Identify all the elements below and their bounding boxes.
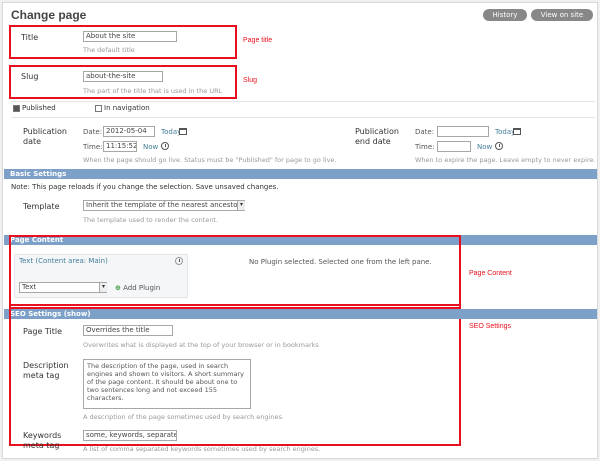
publication-time-input[interactable]: 11:15:52 [103, 141, 137, 152]
publication-end-date-input[interactable] [437, 126, 489, 137]
published-checkbox[interactable] [13, 105, 20, 112]
seo-settings-annotation: SEO Settings [469, 323, 512, 330]
slug-label: Slug [21, 72, 39, 81]
seo-page-title-label: Page Title [23, 327, 63, 336]
history-button[interactable]: History [483, 9, 527, 21]
slug-input[interactable]: about-the-site [83, 71, 163, 82]
publication-time-now-link[interactable]: Now [143, 143, 158, 151]
publication-end-date-help: When to expire the page. Leave empty to … [415, 156, 596, 164]
plugin-select[interactable]: Text [19, 282, 107, 293]
seo-page-title-input[interactable]: Overrides the title [83, 325, 173, 336]
title-label: Title [21, 33, 39, 42]
chevron-down-icon[interactable]: ▾ [237, 201, 245, 210]
title-input[interactable]: About the site [83, 31, 177, 42]
calendar-icon[interactable] [513, 128, 521, 135]
publication-date-help: When the page should go live. Status mus… [83, 156, 337, 164]
seo-page-title-help: Overwrites what is displayed at the top … [83, 341, 319, 349]
keywords-input[interactable]: some, keywords, separated [83, 430, 177, 441]
add-plugin-label: Add Plugin [123, 284, 161, 292]
publication-date-input[interactable]: 2012-05-04 [103, 126, 155, 137]
slug-annotation: Slug [243, 77, 258, 84]
keywords-label: Keywords meta tag [23, 431, 62, 450]
publication-end-time-now-link[interactable]: Now [477, 143, 492, 151]
publication-end-time-input[interactable] [437, 141, 471, 152]
template-select[interactable]: Inherit the template of the nearest ance… [83, 200, 245, 211]
basic-settings-header[interactable]: Basic Settings [4, 169, 597, 179]
info-icon [175, 257, 183, 265]
change-page-form: Change page History View on site Title A… [2, 2, 598, 459]
publication-end-date-label: Publication end date [355, 127, 399, 146]
description-label: Description meta tag [23, 361, 69, 380]
clock-icon[interactable] [161, 142, 169, 150]
in-navigation-label: In navigation [104, 104, 150, 112]
publication-time-label: Time: [83, 143, 103, 151]
chevron-down-icon[interactable]: ▾ [99, 283, 107, 292]
content-area-tab[interactable]: Text (Content area: Main) [19, 257, 108, 265]
published-label: Published [22, 104, 56, 112]
title-help: The default title [83, 46, 135, 54]
slug-help: The part of the title that is used in th… [83, 87, 223, 95]
divider [11, 101, 595, 102]
description-help: A description of the page sometimes used… [83, 413, 284, 421]
add-plugin-button[interactable]: ⊕ Add Plugin [115, 284, 160, 292]
calendar-icon[interactable] [179, 128, 187, 135]
description-textarea[interactable]: The description of the page, used in sea… [83, 359, 251, 409]
in-navigation-checkbox[interactable] [95, 105, 102, 112]
page-title: Change page [11, 8, 87, 22]
view-on-site-button[interactable]: View on site [531, 9, 593, 21]
template-help: The template used to render the content. [83, 216, 219, 224]
clock-icon[interactable] [495, 142, 503, 150]
publication-date-date-label: Date: [83, 128, 103, 136]
no-plugin-message: No Plugin selected. Selected one from th… [249, 258, 432, 266]
plus-icon: ⊕ [115, 284, 121, 292]
publication-end-date-date-label: Date: [415, 128, 435, 136]
keywords-help: A list of comma separated keywords somet… [83, 445, 321, 453]
publication-end-time-label: Time: [415, 143, 435, 151]
page-content-annotation: Page Content [469, 270, 512, 277]
divider [11, 117, 595, 118]
publication-date-label: Publication date [23, 127, 67, 146]
basic-settings-note: Note: This page reloads if you change th… [11, 183, 279, 191]
template-label: Template [23, 202, 60, 211]
page-title-annotation: Page title [243, 37, 273, 44]
